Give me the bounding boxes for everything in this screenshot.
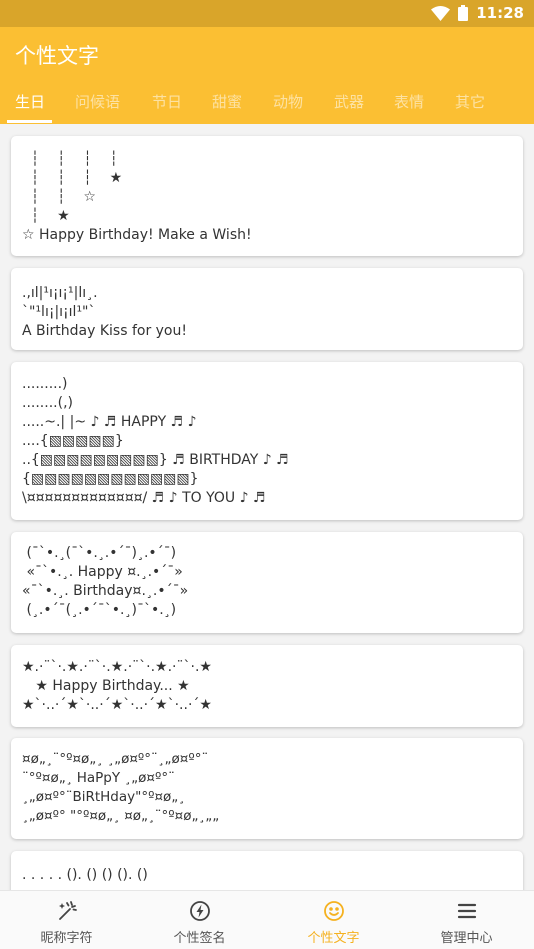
nav-nickname-chars[interactable]: 昵称字符 (0, 891, 133, 949)
tab-holidays[interactable]: 节日 (152, 91, 182, 112)
nav-management[interactable]: 管理中心 (400, 891, 533, 949)
battery-icon (458, 5, 469, 21)
tab-sweet[interactable]: 甜蜜 (212, 91, 242, 112)
active-tab-indicator (7, 120, 52, 123)
text-art-card[interactable]: ¤ø„¸¨°º¤ø„¸ ¸„ø¤º°¨¸„ø¤º°¨ ¨°º¤ø„¸ HaPpY… (11, 738, 523, 839)
menu-icon (456, 900, 478, 922)
tab-birthday[interactable]: 生日 (15, 91, 45, 112)
text-art-card[interactable]: . . . . . (). () () (). () (11, 851, 523, 890)
text-art-content: ¤ø„¸¨°º¤ø„¸ ¸„ø¤º°¨¸„ø¤º°¨ ¨°º¤ø„¸ HaPpY… (22, 751, 220, 824)
text-art-card[interactable]: .........) ........(,) .....~.| |~ ♪ ♬ H… (11, 362, 523, 520)
nav-text-art[interactable]: 个性文字 (267, 891, 400, 949)
text-art-content: . . . . . (). () () (). () (22, 867, 148, 883)
text-art-card[interactable]: .,ıl|¹ı¡ı¡¹|lı¸. `"¹lı¡|ı¡ıl¹"` A Birthd… (11, 268, 523, 350)
status-bar: 11:28 (0, 0, 534, 27)
nav-label: 昵称字符 (40, 931, 93, 946)
wifi-icon (431, 5, 451, 21)
tab-greetings[interactable]: 问候语 (75, 91, 120, 112)
text-art-content: .,ıl|¹ı¡ı¡¹|lı¸. `"¹lı¡|ı¡ıl¹"` A Birthd… (22, 285, 187, 339)
text-art-card[interactable]: ┆ ┆ ┆ ┆ ┆ ┆ ┆ ★ ┆ ┆ ☆ ┆ ★ ☆ Happy Birthd… (11, 136, 523, 256)
bottom-navigation: 昵称字符 个性签名 个性文字 管理中心 (0, 890, 534, 949)
smiley-icon (323, 900, 345, 922)
status-time: 11:28 (476, 4, 524, 22)
text-art-content: .........) ........(,) .....~.| |~ ♪ ♬ H… (22, 376, 289, 506)
tab-animals[interactable]: 动物 (273, 91, 303, 112)
text-art-content: ┆ ┆ ┆ ┆ ┆ ┆ ┆ ★ ┆ ┆ ☆ ┆ ★ ☆ Happy Birthd… (22, 151, 252, 243)
nav-label: 管理中心 (440, 931, 493, 946)
tab-weapons[interactable]: 武器 (334, 91, 364, 112)
magic-wand-icon (56, 900, 78, 922)
nav-label: 个性文字 (307, 931, 360, 946)
app-bar: 个性文字 生日 问候语 节日 甜蜜 动物 武器 表情 其它 (0, 27, 534, 124)
tab-other[interactable]: 其它 (455, 91, 485, 112)
text-art-card[interactable]: (¯`•.¸(¯`•.¸.•´¯)¸.•´¯) «¯`•.¸. Happy ¤.… (11, 532, 523, 633)
lightning-icon (189, 900, 211, 922)
text-art-card[interactable]: ★.·¨`·.★.·¨`·.★.·¨`·.★.·¨`·.★ ★ Happy Bi… (11, 645, 523, 727)
tab-emoticons[interactable]: 表情 (394, 91, 424, 112)
text-art-content: (¯`•.¸(¯`•.¸.•´¯)¸.•´¯) «¯`•.¸. Happy ¤.… (22, 545, 189, 618)
nav-signature[interactable]: 个性签名 (133, 891, 266, 949)
nav-label: 个性签名 (173, 931, 226, 946)
text-art-content: ★.·¨`·.★.·¨`·.★.·¨`·.★.·¨`·.★ ★ Happy Bi… (22, 659, 212, 713)
text-art-list[interactable]: ┆ ┆ ┆ ┆ ┆ ┆ ┆ ★ ┆ ┆ ☆ ┆ ★ ☆ Happy Birthd… (0, 124, 534, 890)
app-title: 个性文字 (15, 44, 99, 68)
category-tabs: 生日 问候语 节日 甜蜜 动物 武器 表情 其它 (0, 89, 534, 124)
